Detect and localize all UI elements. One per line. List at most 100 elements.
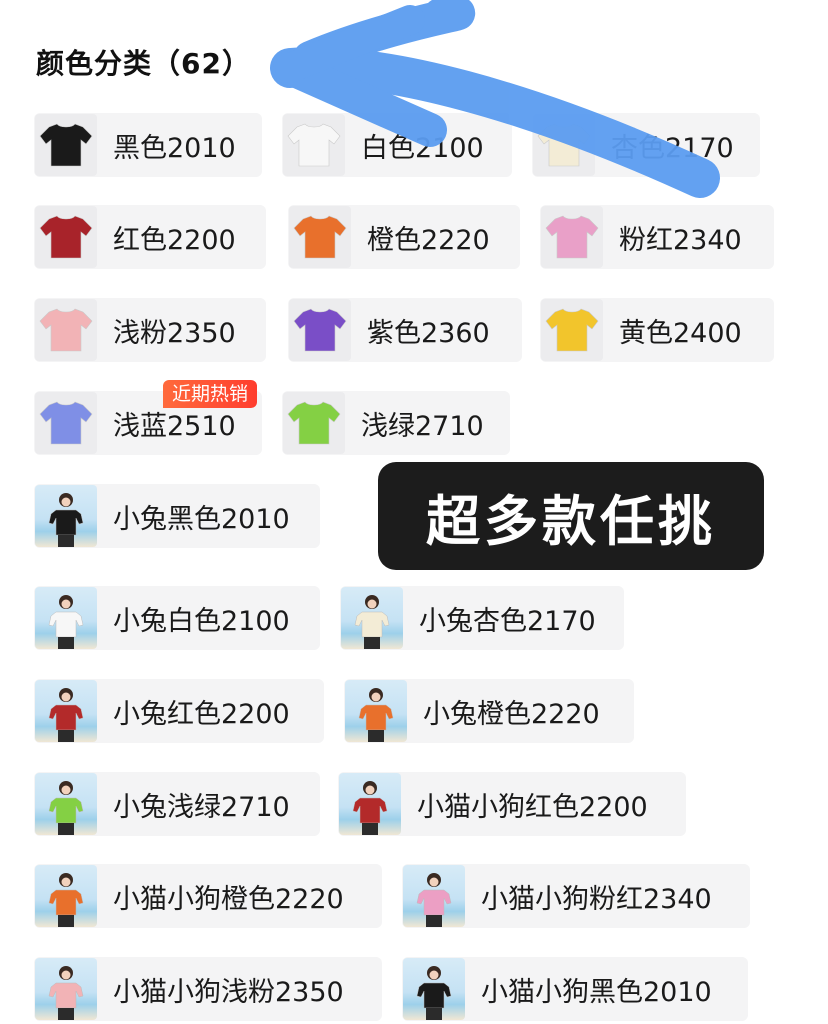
model-photo-thumbnail — [341, 587, 403, 649]
color-option-catdog-orange-2220[interactable]: 小猫小狗橙色2220 — [34, 864, 382, 928]
tshirt-icon — [293, 215, 347, 259]
color-option-label: 黑色2010 — [113, 132, 236, 164]
model-shorts — [426, 1008, 442, 1020]
tshirt-thumbnail — [541, 206, 603, 268]
tshirt-icon — [358, 704, 394, 731]
color-option-catdog-light-pink-2350[interactable]: 小猫小狗浅粉2350 — [34, 957, 382, 1021]
color-option-label: 紫色2360 — [367, 317, 490, 349]
tshirt-icon — [545, 308, 599, 352]
tshirt-icon — [39, 215, 93, 259]
tshirt-icon — [48, 704, 84, 731]
color-option-label: 小猫小狗红色2200 — [417, 791, 648, 823]
model-photo-thumbnail — [35, 958, 97, 1020]
tshirt-thumbnail — [541, 299, 603, 361]
color-option-bunny-red-2200[interactable]: 小兔红色2200 — [34, 679, 324, 743]
model-photo-thumbnail — [345, 680, 407, 742]
color-option-orange-2220[interactable]: 橙色2220 — [288, 205, 520, 269]
color-option-bunny-white-2100[interactable]: 小兔白色2100 — [34, 586, 320, 650]
model-photo-thumbnail — [339, 773, 401, 835]
color-option-label: 小兔黑色2010 — [113, 503, 290, 535]
tshirt-icon — [545, 215, 599, 259]
color-option-bunny-orange-2220[interactable]: 小兔橙色2220 — [344, 679, 634, 743]
color-option-label: 浅蓝2510 — [113, 410, 236, 442]
color-option-label: 浅绿2710 — [361, 410, 484, 442]
model-face — [429, 970, 439, 980]
model-shorts — [58, 915, 74, 927]
tshirt-thumbnail — [35, 206, 97, 268]
color-option-light-green-2710[interactable]: 浅绿2710 — [282, 391, 510, 455]
tshirt-icon — [293, 308, 347, 352]
promo-banner: 超多款任挑 — [378, 462, 764, 570]
color-option-label: 小兔橙色2220 — [423, 698, 600, 730]
model-photo-thumbnail — [35, 865, 97, 927]
color-option-pink-2340[interactable]: 粉红2340 — [540, 205, 774, 269]
model-face — [371, 692, 381, 702]
model-shorts — [58, 535, 74, 547]
color-option-label: 黄色2400 — [619, 317, 742, 349]
model-shorts — [58, 730, 74, 742]
model-face — [61, 970, 71, 980]
model-photo-thumbnail — [35, 773, 97, 835]
tshirt-icon — [48, 611, 84, 638]
color-option-label: 小猫小狗浅粉2350 — [113, 976, 344, 1008]
model-photo-thumbnail — [403, 958, 465, 1020]
color-option-catdog-black-2010[interactable]: 小猫小狗黑色2010 — [402, 957, 748, 1021]
model-face — [61, 599, 71, 609]
model-shorts — [58, 1008, 74, 1020]
model-photo-thumbnail — [35, 680, 97, 742]
model-face — [429, 877, 439, 887]
color-option-label: 小猫小狗粉红2340 — [481, 883, 712, 915]
color-option-catdog-pink-2340[interactable]: 小猫小狗粉红2340 — [402, 864, 750, 928]
color-option-yellow-2400[interactable]: 黄色2400 — [540, 298, 774, 362]
color-option-bunny-black-2010[interactable]: 小兔黑色2010 — [34, 484, 320, 548]
tshirt-thumbnail — [289, 299, 351, 361]
tshirt-icon — [39, 308, 93, 352]
tshirt-thumbnail — [289, 206, 351, 268]
model-photo-thumbnail — [35, 485, 97, 547]
model-face — [61, 497, 71, 507]
model-shorts — [362, 823, 378, 835]
model-shorts — [426, 915, 442, 927]
tshirt-thumbnail — [283, 392, 345, 454]
color-option-label: 小兔杏色2170 — [419, 605, 596, 637]
color-option-red-2200[interactable]: 红色2200 — [34, 205, 266, 269]
tshirt-icon — [287, 401, 341, 445]
tshirt-icon — [48, 982, 84, 1009]
model-shorts — [364, 637, 380, 649]
color-option-label: 浅粉2350 — [113, 317, 236, 349]
tshirt-icon — [48, 509, 84, 536]
hand-drawn-arrow-icon — [270, 0, 720, 198]
color-option-label: 小猫小狗橙色2220 — [113, 883, 344, 915]
model-photo-thumbnail — [403, 865, 465, 927]
color-category-title: 颜色分类（62） — [36, 47, 251, 80]
model-shorts — [58, 823, 74, 835]
tshirt-thumbnail — [35, 392, 97, 454]
tshirt-icon — [352, 797, 388, 824]
tshirt-icon — [39, 123, 93, 167]
model-face — [61, 877, 71, 887]
color-option-bunny-light-green-2710[interactable]: 小兔浅绿2710 — [34, 772, 320, 836]
tshirt-icon — [354, 611, 390, 638]
model-face — [61, 692, 71, 702]
color-option-catdog-red-2200[interactable]: 小猫小狗红色2200 — [338, 772, 686, 836]
color-option-label: 小猫小狗黑色2010 — [481, 976, 712, 1008]
color-option-label: 小兔白色2100 — [113, 605, 290, 637]
tshirt-thumbnail — [35, 114, 97, 176]
color-option-purple-2360[interactable]: 紫色2360 — [288, 298, 522, 362]
model-photo-thumbnail — [35, 587, 97, 649]
color-option-label: 小兔浅绿2710 — [113, 791, 290, 823]
color-option-label: 红色2200 — [113, 224, 236, 256]
hot-sale-badge: 近期热销 — [163, 380, 258, 408]
color-option-light-pink-2350[interactable]: 浅粉2350 — [34, 298, 266, 362]
tshirt-icon — [416, 889, 452, 916]
model-shorts — [368, 730, 384, 742]
model-shorts — [58, 637, 74, 649]
color-option-label: 小兔红色2200 — [113, 698, 290, 730]
tshirt-icon — [48, 797, 84, 824]
tshirt-thumbnail — [35, 299, 97, 361]
color-option-bunny-apricot-2170[interactable]: 小兔杏色2170 — [340, 586, 624, 650]
model-face — [365, 785, 375, 795]
color-option-black-2010[interactable]: 黑色2010 — [34, 113, 262, 177]
tshirt-icon — [39, 401, 93, 445]
model-face — [61, 785, 71, 795]
